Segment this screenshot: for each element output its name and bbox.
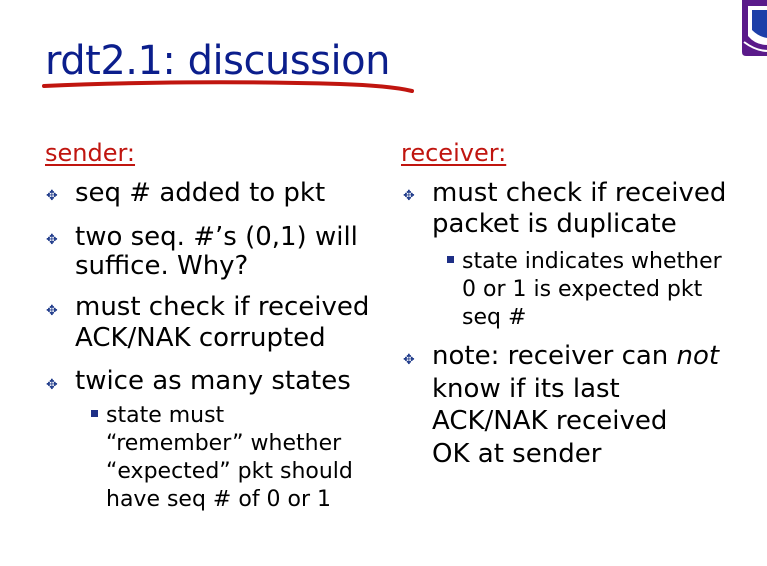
sender-bullet-2-line-1: two seq. #’s (0,1) will: [75, 222, 358, 252]
diamond-bullet-icon: ✥: [46, 377, 58, 393]
receiver-sub-bullet-line-1: state indicates whether: [462, 249, 722, 274]
receiver-heading: receiver:: [401, 139, 507, 167]
sender-bullet-3-line-1: must check if received: [75, 292, 370, 322]
diamond-bullet-icon: ✥: [46, 303, 58, 319]
sender-bullet-3-line-2: ACK/NAK corrupted: [75, 323, 326, 353]
diamond-bullet-icon: ✥: [46, 188, 58, 204]
diamond-bullet-icon: ✥: [46, 232, 58, 248]
receiver-bullet-1-line-1: must check if received: [432, 178, 727, 208]
sender-bullet-1: seq # added to pkt: [75, 178, 326, 208]
university-seal-logo-icon: [742, 0, 767, 56]
diamond-bullet-icon: ✥: [403, 188, 415, 204]
receiver-bullet-2-line-2: know if its last: [432, 374, 620, 404]
diamond-bullet-icon: ✥: [403, 352, 415, 368]
receiver-bullet-2-emphasis: not: [676, 341, 720, 371]
receiver-sub-bullet-line-3: seq #: [462, 305, 527, 330]
receiver-bullet-2-line-3: ACK/NAK received: [432, 406, 668, 436]
receiver-sub-bullet-line-2: 0 or 1 is expected pkt: [462, 277, 703, 302]
sender-sub-bullet-line-3: “expected” pkt should: [106, 459, 353, 484]
receiver-bullet-2-line-4: OK at sender: [432, 439, 602, 469]
sender-sub-bullet-line-1: state must: [106, 403, 225, 428]
sender-bullet-4: twice as many states: [75, 366, 351, 396]
square-bullet-icon: [447, 256, 454, 263]
receiver-bullet-2-line-1: note: receiver can not: [432, 340, 719, 372]
sender-bullet-2-line-2: suffice. Why?: [75, 251, 249, 281]
sender-sub-bullet-line-2: “remember” whether: [106, 431, 342, 456]
receiver-bullet-1-line-2: packet is duplicate: [432, 209, 677, 239]
sender-sub-bullet-line-4: have seq # of 0 or 1: [106, 487, 332, 512]
square-bullet-icon: [91, 410, 98, 417]
receiver-bullet-2-prefix: note: receiver can: [432, 341, 677, 371]
sender-heading: sender:: [45, 139, 136, 167]
title-underline-swoosh: [42, 80, 414, 93]
